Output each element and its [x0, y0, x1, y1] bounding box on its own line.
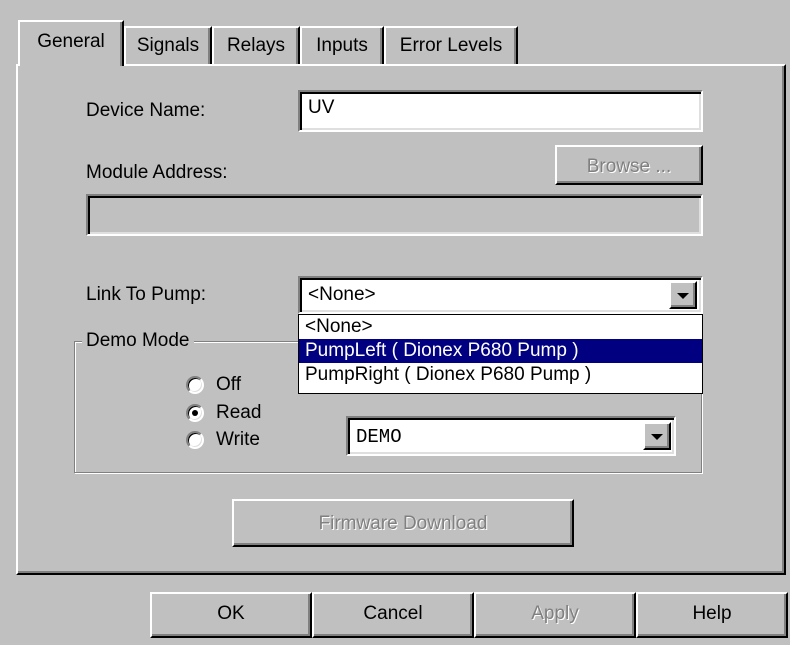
demo-file-combobox[interactable]: DEMO [346, 416, 676, 456]
device-name-value: UV [308, 97, 335, 118]
tab-relays-label: Relays [226, 35, 286, 56]
tab-signals[interactable]: Signals [124, 26, 212, 64]
tab-signals-label: Signals [136, 35, 200, 56]
tab-inputs[interactable]: Inputs [300, 26, 384, 64]
ok-button[interactable]: OK [150, 592, 312, 638]
module-address-field[interactable] [86, 194, 703, 236]
link-to-pump-dropdown-list: <None> PumpLeft ( Dionex P680 Pump ) Pum… [298, 314, 703, 394]
apply-button-label: Apply [531, 603, 579, 624]
link-to-pump-combobox[interactable]: <None> [298, 276, 703, 314]
firmware-download-label: Firmware Download [318, 513, 488, 534]
cancel-button-label: Cancel [363, 603, 423, 624]
tab-relays[interactable]: Relays [212, 26, 300, 64]
firmware-download-button[interactable]: Firmware Download [232, 499, 574, 547]
demo-file-dropdown-button[interactable] [643, 422, 671, 450]
demo-file-value: DEMO [356, 426, 402, 448]
device-name-field[interactable]: UV [298, 90, 703, 132]
radio-checked-dot [192, 410, 198, 416]
chevron-down-icon [651, 434, 663, 440]
tab-error-levels-label: Error Levels [399, 35, 503, 56]
demo-mode-label: Demo Mode [82, 330, 194, 352]
device-name-label: Device Name: [86, 100, 206, 121]
dropdown-item-pump-right[interactable]: PumpRight ( Dionex P680 Pump ) [299, 363, 702, 387]
dropdown-item-none[interactable]: <None> [299, 315, 702, 339]
tab-error-levels[interactable]: Error Levels [384, 26, 518, 64]
tab-general[interactable]: General [18, 20, 124, 66]
module-address-label: Module Address: [86, 162, 228, 183]
radio-off-circle[interactable] [186, 376, 204, 394]
browse-button[interactable]: Browse ... [555, 145, 703, 185]
link-to-pump-value: <None> [308, 284, 376, 305]
dropdown-item-pump-left[interactable]: PumpLeft ( Dionex P680 Pump ) [299, 339, 702, 363]
apply-button[interactable]: Apply [474, 592, 636, 638]
link-to-pump-label: Link To Pump: [86, 284, 207, 305]
cancel-button[interactable]: Cancel [312, 592, 474, 638]
radio-off-label: Off [216, 374, 241, 395]
ok-button-label: OK [217, 603, 245, 624]
help-button-label: Help [692, 603, 732, 624]
radio-read-circle[interactable] [186, 404, 204, 422]
help-button[interactable]: Help [636, 592, 788, 638]
tab-inputs-label: Inputs [316, 35, 368, 56]
radio-read-label: Read [216, 402, 262, 423]
radio-write-circle[interactable] [186, 431, 204, 449]
tab-general-label: General [37, 31, 105, 52]
link-to-pump-dropdown-button[interactable] [669, 281, 697, 309]
browse-button-label: Browse ... [586, 156, 672, 177]
radio-write-label: Write [216, 429, 260, 450]
chevron-down-icon [677, 293, 689, 299]
